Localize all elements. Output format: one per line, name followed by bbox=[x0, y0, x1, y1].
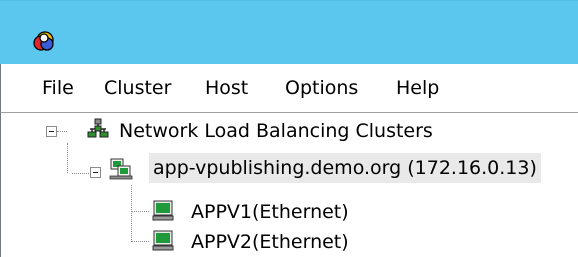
cluster-icon bbox=[109, 158, 133, 180]
tree-connector bbox=[57, 131, 67, 132]
menu-options[interactable]: Options bbox=[285, 64, 358, 112]
tree-root-label[interactable]: Network Load Balancing Clusters bbox=[115, 116, 437, 146]
root-collapse-toggle[interactable] bbox=[46, 126, 57, 137]
tree-connector bbox=[131, 241, 149, 242]
menu-host[interactable]: Host bbox=[205, 64, 248, 112]
tree-connector bbox=[67, 143, 68, 173]
host-node-label[interactable]: APPV1(Ethernet) bbox=[187, 197, 353, 227]
cluster-node-label[interactable]: app-vpublishing.demo.org (172.16.0.13) bbox=[149, 153, 541, 183]
tree-connector bbox=[131, 185, 132, 242]
host-computer-icon bbox=[152, 230, 174, 251]
host-node-label[interactable]: APPV2(Ethernet) bbox=[187, 227, 353, 257]
cluster-collapse-toggle[interactable] bbox=[90, 167, 101, 178]
network-clusters-icon bbox=[87, 118, 109, 138]
menu-file[interactable]: File bbox=[42, 64, 74, 112]
nlb-manager-window: File Cluster Host Options Help Network L… bbox=[0, 0, 578, 257]
host-computer-icon bbox=[152, 200, 174, 221]
tree-connector bbox=[131, 211, 149, 212]
menu-cluster[interactable]: Cluster bbox=[104, 64, 171, 112]
title-bar[interactable] bbox=[0, 0, 578, 65]
nlb-manager-icon[interactable] bbox=[32, 29, 56, 53]
menu-bar: File Cluster Host Options Help bbox=[0, 64, 578, 112]
cluster-tree: Network Load Balancing Clusters app-vpub… bbox=[0, 112, 578, 257]
menu-help[interactable]: Help bbox=[396, 64, 439, 112]
